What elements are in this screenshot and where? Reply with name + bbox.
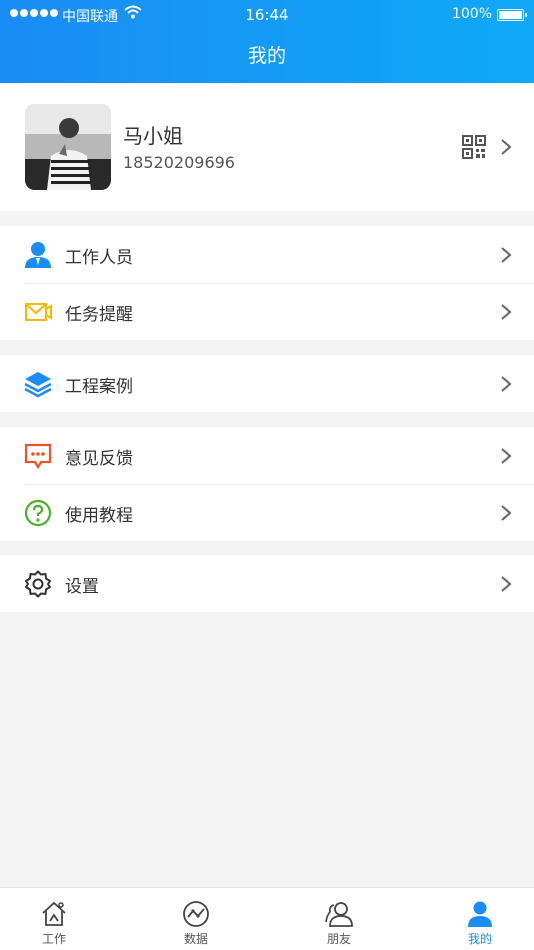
- tab-label: 数据: [183, 932, 208, 946]
- tab-work[interactable]: 工作: [14, 888, 94, 950]
- menu-group-cases: 工程案例: [0, 355, 534, 412]
- tab-label: 工作: [41, 932, 66, 946]
- data-chart-icon: [183, 901, 209, 927]
- battery-percent: 100%: [451, 6, 492, 22]
- task-reminder-icon: [24, 298, 52, 326]
- chevron-right-icon: [500, 575, 512, 597]
- chevron-right-icon: [500, 138, 512, 160]
- menu-item-tutorial[interactable]: 使用教程: [0, 484, 534, 541]
- menu-item-label: 设置: [65, 577, 99, 597]
- avatar[interactable]: [25, 104, 111, 190]
- friends-icon: [325, 902, 353, 927]
- gear-icon: [24, 570, 52, 598]
- tab-label: 朋友: [326, 932, 351, 946]
- tab-friends[interactable]: 朋友: [299, 888, 379, 950]
- header: 中国联通 16:44 100% 我的: [0, 0, 534, 83]
- me-icon: [468, 901, 492, 927]
- menu-item-label: 任务提醒: [65, 305, 133, 325]
- tab-bar: 工作 数据 朋友 我的: [0, 887, 534, 950]
- chevron-right-icon: [500, 447, 512, 469]
- chevron-right-icon: [500, 375, 512, 397]
- menu-item-task-reminder[interactable]: 任务提醒: [0, 283, 534, 340]
- menu-group-settings: 设置: [0, 555, 534, 612]
- page-title: 我的: [247, 45, 286, 67]
- status-bar: 中国联通 16:44 100%: [0, 0, 534, 30]
- menu-group-staff: 工作人员 任务提醒: [0, 226, 534, 340]
- user-name: 马小姐: [123, 124, 183, 148]
- qr-code-icon[interactable]: [462, 135, 486, 163]
- user-phone: 18520209696: [123, 153, 235, 172]
- tab-me[interactable]: 我的: [440, 888, 520, 950]
- avatar-photo: [25, 104, 111, 190]
- menu-item-settings[interactable]: 设置: [0, 555, 534, 612]
- menu-group-support: 意见反馈 使用教程: [0, 427, 534, 541]
- work-house-icon: [42, 901, 66, 926]
- tab-label: 我的: [467, 932, 492, 946]
- chevron-right-icon: [500, 246, 512, 268]
- staff-icon: [24, 241, 52, 269]
- profile-card[interactable]: 马小姐 18520209696: [0, 83, 534, 211]
- tab-data[interactable]: 数据: [156, 888, 236, 950]
- menu-item-label: 工程案例: [65, 377, 133, 397]
- feedback-icon: [24, 442, 52, 470]
- layers-icon: [24, 370, 52, 398]
- help-icon: [24, 499, 52, 527]
- menu-item-staff[interactable]: 工作人员: [0, 226, 534, 283]
- menu-item-label: 意见反馈: [65, 449, 133, 469]
- chevron-right-icon: [500, 504, 512, 526]
- battery-icon: [497, 9, 527, 21]
- menu-item-label: 使用教程: [65, 506, 133, 526]
- menu-item-label: 工作人员: [65, 248, 133, 268]
- menu-item-project-cases[interactable]: 工程案例: [0, 355, 534, 412]
- chevron-right-icon: [500, 303, 512, 325]
- menu-item-feedback[interactable]: 意见反馈: [0, 427, 534, 484]
